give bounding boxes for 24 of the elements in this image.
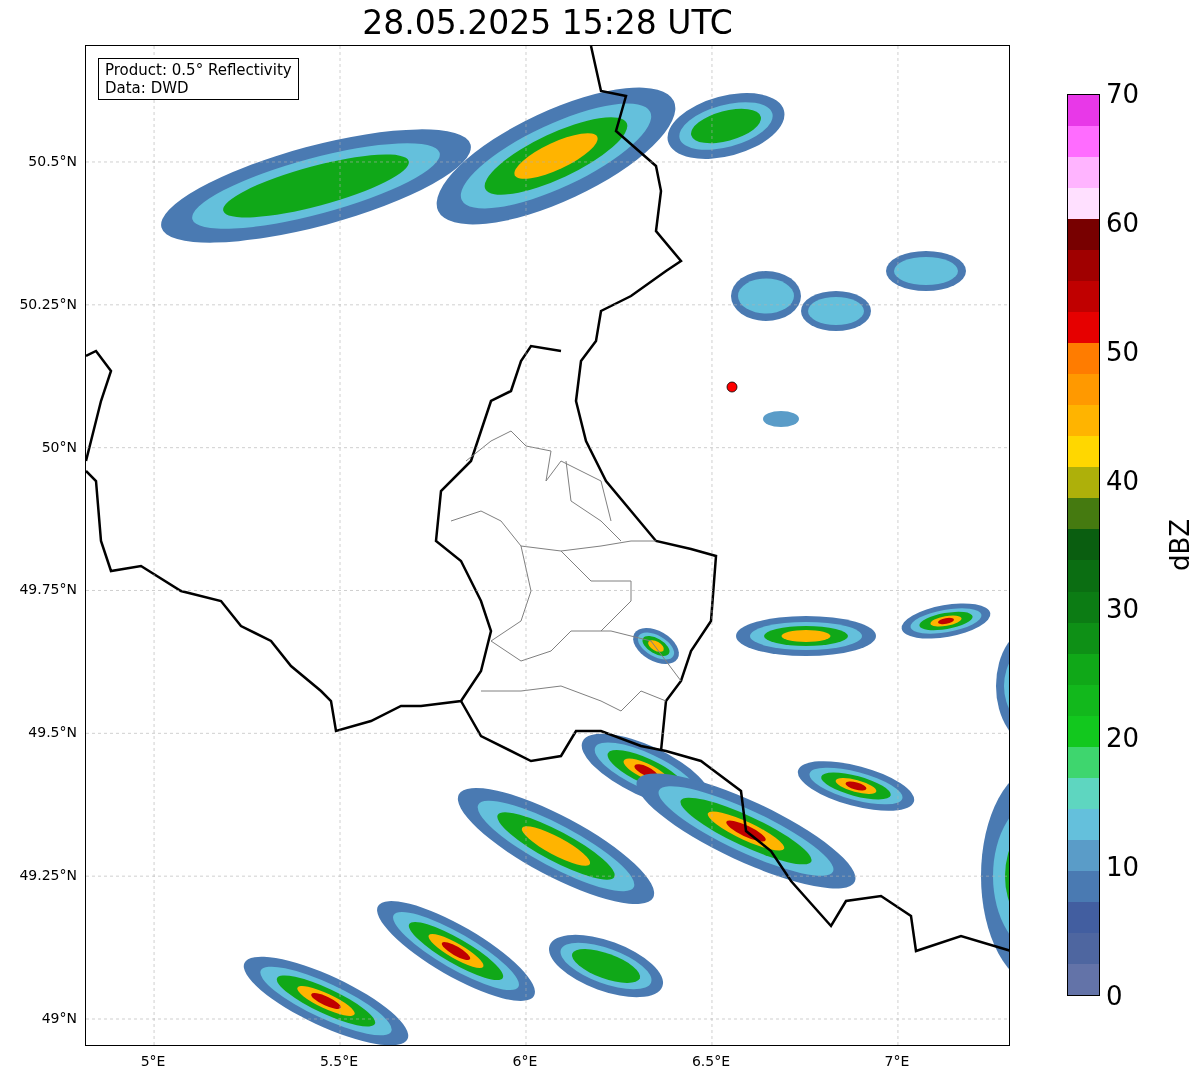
y-tick-label: 50.25°N (19, 296, 77, 311)
color-scale-tick-label: 20 (1106, 725, 1140, 752)
color-scale-tick-label: 40 (1106, 467, 1140, 494)
color-scale-label: dBZ (1167, 518, 1193, 572)
color-scale-tick-label: 50 (1106, 338, 1140, 365)
x-tick-label: 6.5°E (691, 1054, 730, 1068)
x-tick-label: 5°E (140, 1054, 166, 1068)
y-tick-label: 49.75°N (19, 582, 77, 597)
legend-text: Data: DWD (105, 79, 190, 97)
y-tick-label: 50.5°N (28, 153, 77, 168)
chart-title: 28.05.2025 15:28 UTC (362, 6, 733, 39)
color-scale-tick-label: 0 (1106, 983, 1123, 1009)
x-tick-label: 7°E (884, 1054, 910, 1068)
color-scale-tick-label: 60 (1106, 209, 1140, 236)
x-tick-label: 6°E (512, 1054, 538, 1068)
color-scale-tick-label: 10 (1106, 854, 1140, 881)
y-tick-label: 49°N (41, 1011, 77, 1025)
x-tick-label: 5.5°E (319, 1054, 359, 1068)
y-tick-label: 49.25°N (19, 868, 77, 883)
legend-text: Product: 0.5° Reflectivity (105, 61, 292, 79)
color-scale-tick-label: 30 (1106, 596, 1140, 623)
color-scale-tick-label: 70 (1106, 81, 1140, 107)
y-tick-label: 50°N (41, 439, 77, 454)
y-tick-label: 49.5°N (28, 725, 77, 740)
